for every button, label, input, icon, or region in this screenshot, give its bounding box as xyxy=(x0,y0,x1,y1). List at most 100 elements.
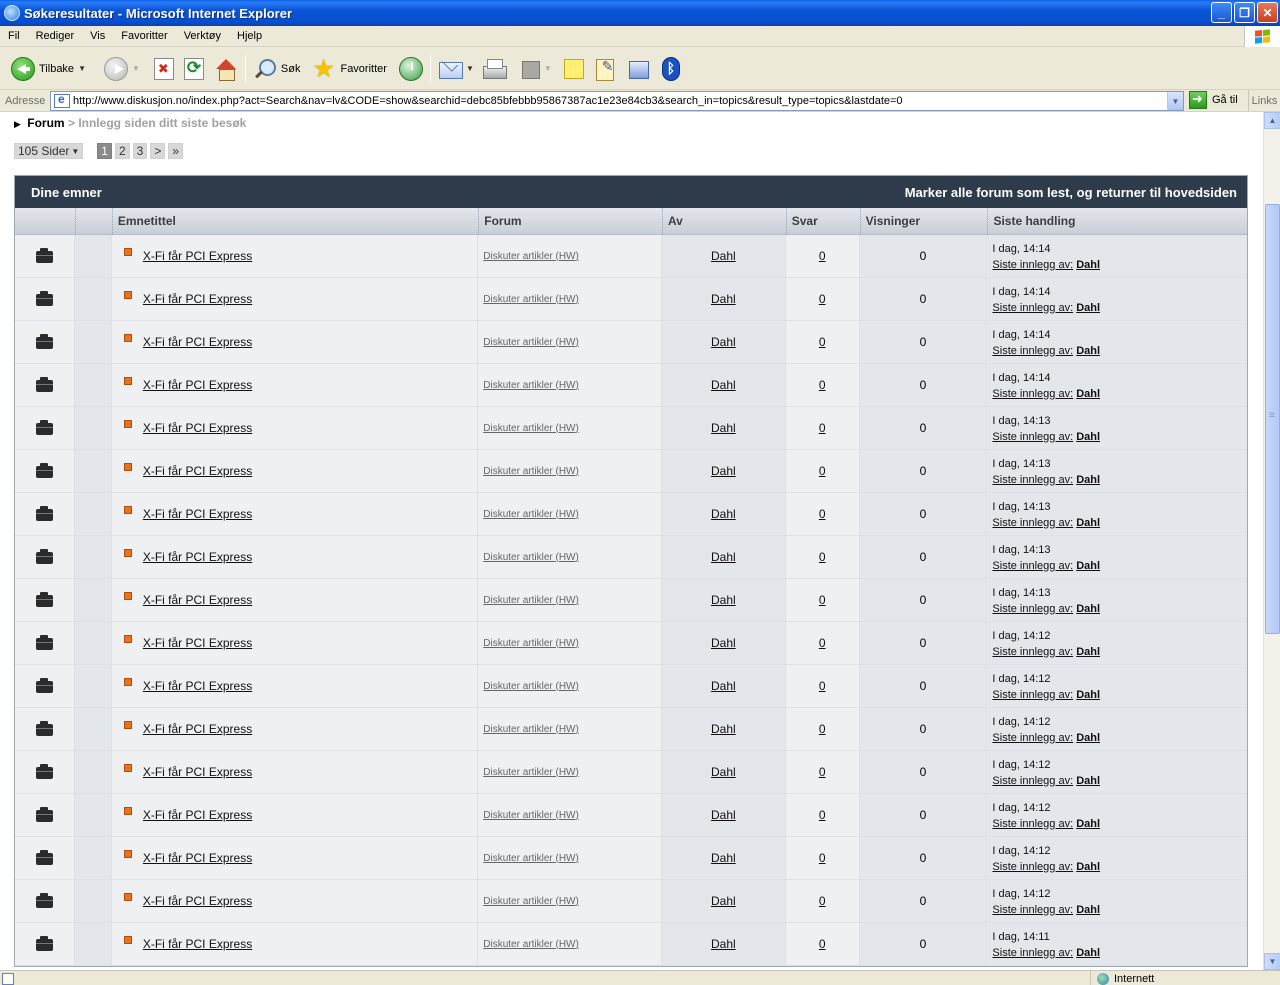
new-post-icon[interactable] xyxy=(123,850,132,858)
last-post-link[interactable]: Siste innlegg av: xyxy=(992,345,1073,357)
replies-link[interactable]: 0 xyxy=(819,808,826,822)
page-link-3[interactable]: 3 xyxy=(132,143,148,159)
last-post-link[interactable]: Siste innlegg av: xyxy=(992,388,1073,400)
last-post-user-link[interactable]: Dahl xyxy=(1076,302,1100,314)
next-page-link[interactable]: > xyxy=(150,143,166,159)
topic-link[interactable]: X-Fi får PCI Express xyxy=(143,335,252,349)
forum-link[interactable]: Diskuter artikler (HW) xyxy=(483,380,579,391)
topic-link[interactable]: X-Fi får PCI Express xyxy=(143,722,252,736)
vertical-scrollbar[interactable]: ▲ ▼ xyxy=(1263,112,1280,970)
topic-link[interactable]: X-Fi får PCI Express xyxy=(143,937,252,951)
replies-link[interactable]: 0 xyxy=(819,378,826,392)
new-post-icon[interactable] xyxy=(123,807,132,815)
breadcrumb-forum-link[interactable]: Forum xyxy=(27,116,64,130)
new-post-icon[interactable] xyxy=(123,764,132,772)
last-post-link[interactable]: Siste innlegg av: xyxy=(992,861,1073,873)
menu-tools[interactable]: Verktøy xyxy=(176,30,229,42)
research-button[interactable] xyxy=(591,52,621,86)
forum-link[interactable]: Diskuter artikler (HW) xyxy=(483,595,579,606)
last-post-link[interactable]: Siste innlegg av: xyxy=(992,904,1073,916)
col-forum[interactable]: Forum xyxy=(478,207,662,235)
mail-dropdown-icon[interactable]: ▼ xyxy=(466,64,474,73)
new-post-icon[interactable] xyxy=(123,678,132,686)
last-post-user-link[interactable]: Dahl xyxy=(1076,689,1100,701)
author-link[interactable]: Dahl xyxy=(711,722,736,736)
replies-link[interactable]: 0 xyxy=(819,464,826,478)
menu-file[interactable]: Fil xyxy=(0,30,28,42)
forum-link[interactable]: Diskuter artikler (HW) xyxy=(483,638,579,649)
page-link-2[interactable]: 2 xyxy=(114,143,130,159)
last-post-user-link[interactable]: Dahl xyxy=(1076,259,1100,271)
author-link[interactable]: Dahl xyxy=(711,765,736,779)
forum-link[interactable]: Diskuter artikler (HW) xyxy=(483,423,579,434)
last-post-user-link[interactable]: Dahl xyxy=(1076,646,1100,658)
menu-favorites[interactable]: Favoritter xyxy=(113,30,175,42)
topic-link[interactable]: X-Fi får PCI Express xyxy=(143,894,252,908)
scroll-down-icon[interactable]: ▼ xyxy=(1264,953,1280,970)
replies-link[interactable]: 0 xyxy=(819,851,826,865)
replies-link[interactable]: 0 xyxy=(819,421,826,435)
new-post-icon[interactable] xyxy=(123,936,132,944)
last-post-user-link[interactable]: Dahl xyxy=(1076,345,1100,357)
col-last-action[interactable]: Siste handling xyxy=(987,207,1247,235)
new-post-icon[interactable] xyxy=(123,334,132,342)
last-post-link[interactable]: Siste innlegg av: xyxy=(992,603,1073,615)
topic-link[interactable]: X-Fi får PCI Express xyxy=(143,636,252,650)
back-dropdown-icon[interactable]: ▼ xyxy=(78,64,86,73)
minimize-button[interactable]: _ xyxy=(1211,2,1232,23)
replies-link[interactable]: 0 xyxy=(819,722,826,736)
forum-link[interactable]: Diskuter artikler (HW) xyxy=(483,724,579,735)
links-button[interactable]: Links xyxy=(1248,90,1280,111)
replies-link[interactable]: 0 xyxy=(819,679,826,693)
history-button[interactable] xyxy=(396,52,426,86)
forum-link[interactable]: Diskuter artikler (HW) xyxy=(483,853,579,864)
new-post-icon[interactable] xyxy=(123,635,132,643)
last-post-user-link[interactable]: Dahl xyxy=(1076,775,1100,787)
topic-link[interactable]: X-Fi får PCI Express xyxy=(143,808,252,822)
col-replies[interactable]: Svar xyxy=(785,207,860,235)
author-link[interactable]: Dahl xyxy=(711,894,736,908)
last-post-link[interactable]: Siste innlegg av: xyxy=(992,302,1073,314)
author-link[interactable]: Dahl xyxy=(711,808,736,822)
topic-link[interactable]: X-Fi får PCI Express xyxy=(143,851,252,865)
forum-link[interactable]: Diskuter artikler (HW) xyxy=(483,466,579,477)
edit-dropdown-icon[interactable]: ▼ xyxy=(544,64,552,73)
replies-link[interactable]: 0 xyxy=(819,937,826,951)
last-post-link[interactable]: Siste innlegg av: xyxy=(992,646,1073,658)
replies-link[interactable]: 0 xyxy=(819,765,826,779)
last-post-user-link[interactable]: Dahl xyxy=(1076,904,1100,916)
menu-view[interactable]: Vis xyxy=(82,30,113,42)
address-field[interactable]: ▼ xyxy=(50,91,1184,111)
new-post-icon[interactable] xyxy=(123,721,132,729)
maximize-button[interactable]: ❐ xyxy=(1234,2,1255,23)
topic-link[interactable]: X-Fi får PCI Express xyxy=(143,679,252,693)
author-link[interactable]: Dahl xyxy=(711,593,736,607)
new-post-icon[interactable] xyxy=(123,506,132,514)
address-dropdown-icon[interactable]: ▼ xyxy=(1167,92,1183,110)
last-post-link[interactable]: Siste innlegg av: xyxy=(992,818,1073,830)
new-post-icon[interactable] xyxy=(123,893,132,901)
author-link[interactable]: Dahl xyxy=(711,550,736,564)
new-post-icon[interactable] xyxy=(123,248,132,256)
scroll-thumb[interactable] xyxy=(1265,204,1280,634)
last-post-user-link[interactable]: Dahl xyxy=(1076,603,1100,615)
author-link[interactable]: Dahl xyxy=(711,421,736,435)
close-button[interactable]: ✕ xyxy=(1257,2,1278,23)
author-link[interactable]: Dahl xyxy=(711,851,736,865)
topic-link[interactable]: X-Fi får PCI Express xyxy=(143,249,252,263)
print-button[interactable] xyxy=(479,52,509,86)
topic-link[interactable]: X-Fi får PCI Express xyxy=(143,765,252,779)
last-post-link[interactable]: Siste innlegg av: xyxy=(992,474,1073,486)
pages-dropdown[interactable]: 105 Sider ▼ xyxy=(14,143,84,159)
last-post-user-link[interactable]: Dahl xyxy=(1076,861,1100,873)
col-views[interactable]: Visninger xyxy=(859,207,988,235)
last-post-link[interactable]: Siste innlegg av: xyxy=(992,775,1073,787)
topic-link[interactable]: X-Fi får PCI Express xyxy=(143,464,252,478)
last-post-user-link[interactable]: Dahl xyxy=(1076,517,1100,529)
refresh-button[interactable] xyxy=(181,52,207,86)
new-post-icon[interactable] xyxy=(123,463,132,471)
author-link[interactable]: Dahl xyxy=(711,679,736,693)
replies-link[interactable]: 0 xyxy=(819,894,826,908)
go-button[interactable]: Gå til xyxy=(1189,91,1238,109)
replies-link[interactable]: 0 xyxy=(819,249,826,263)
